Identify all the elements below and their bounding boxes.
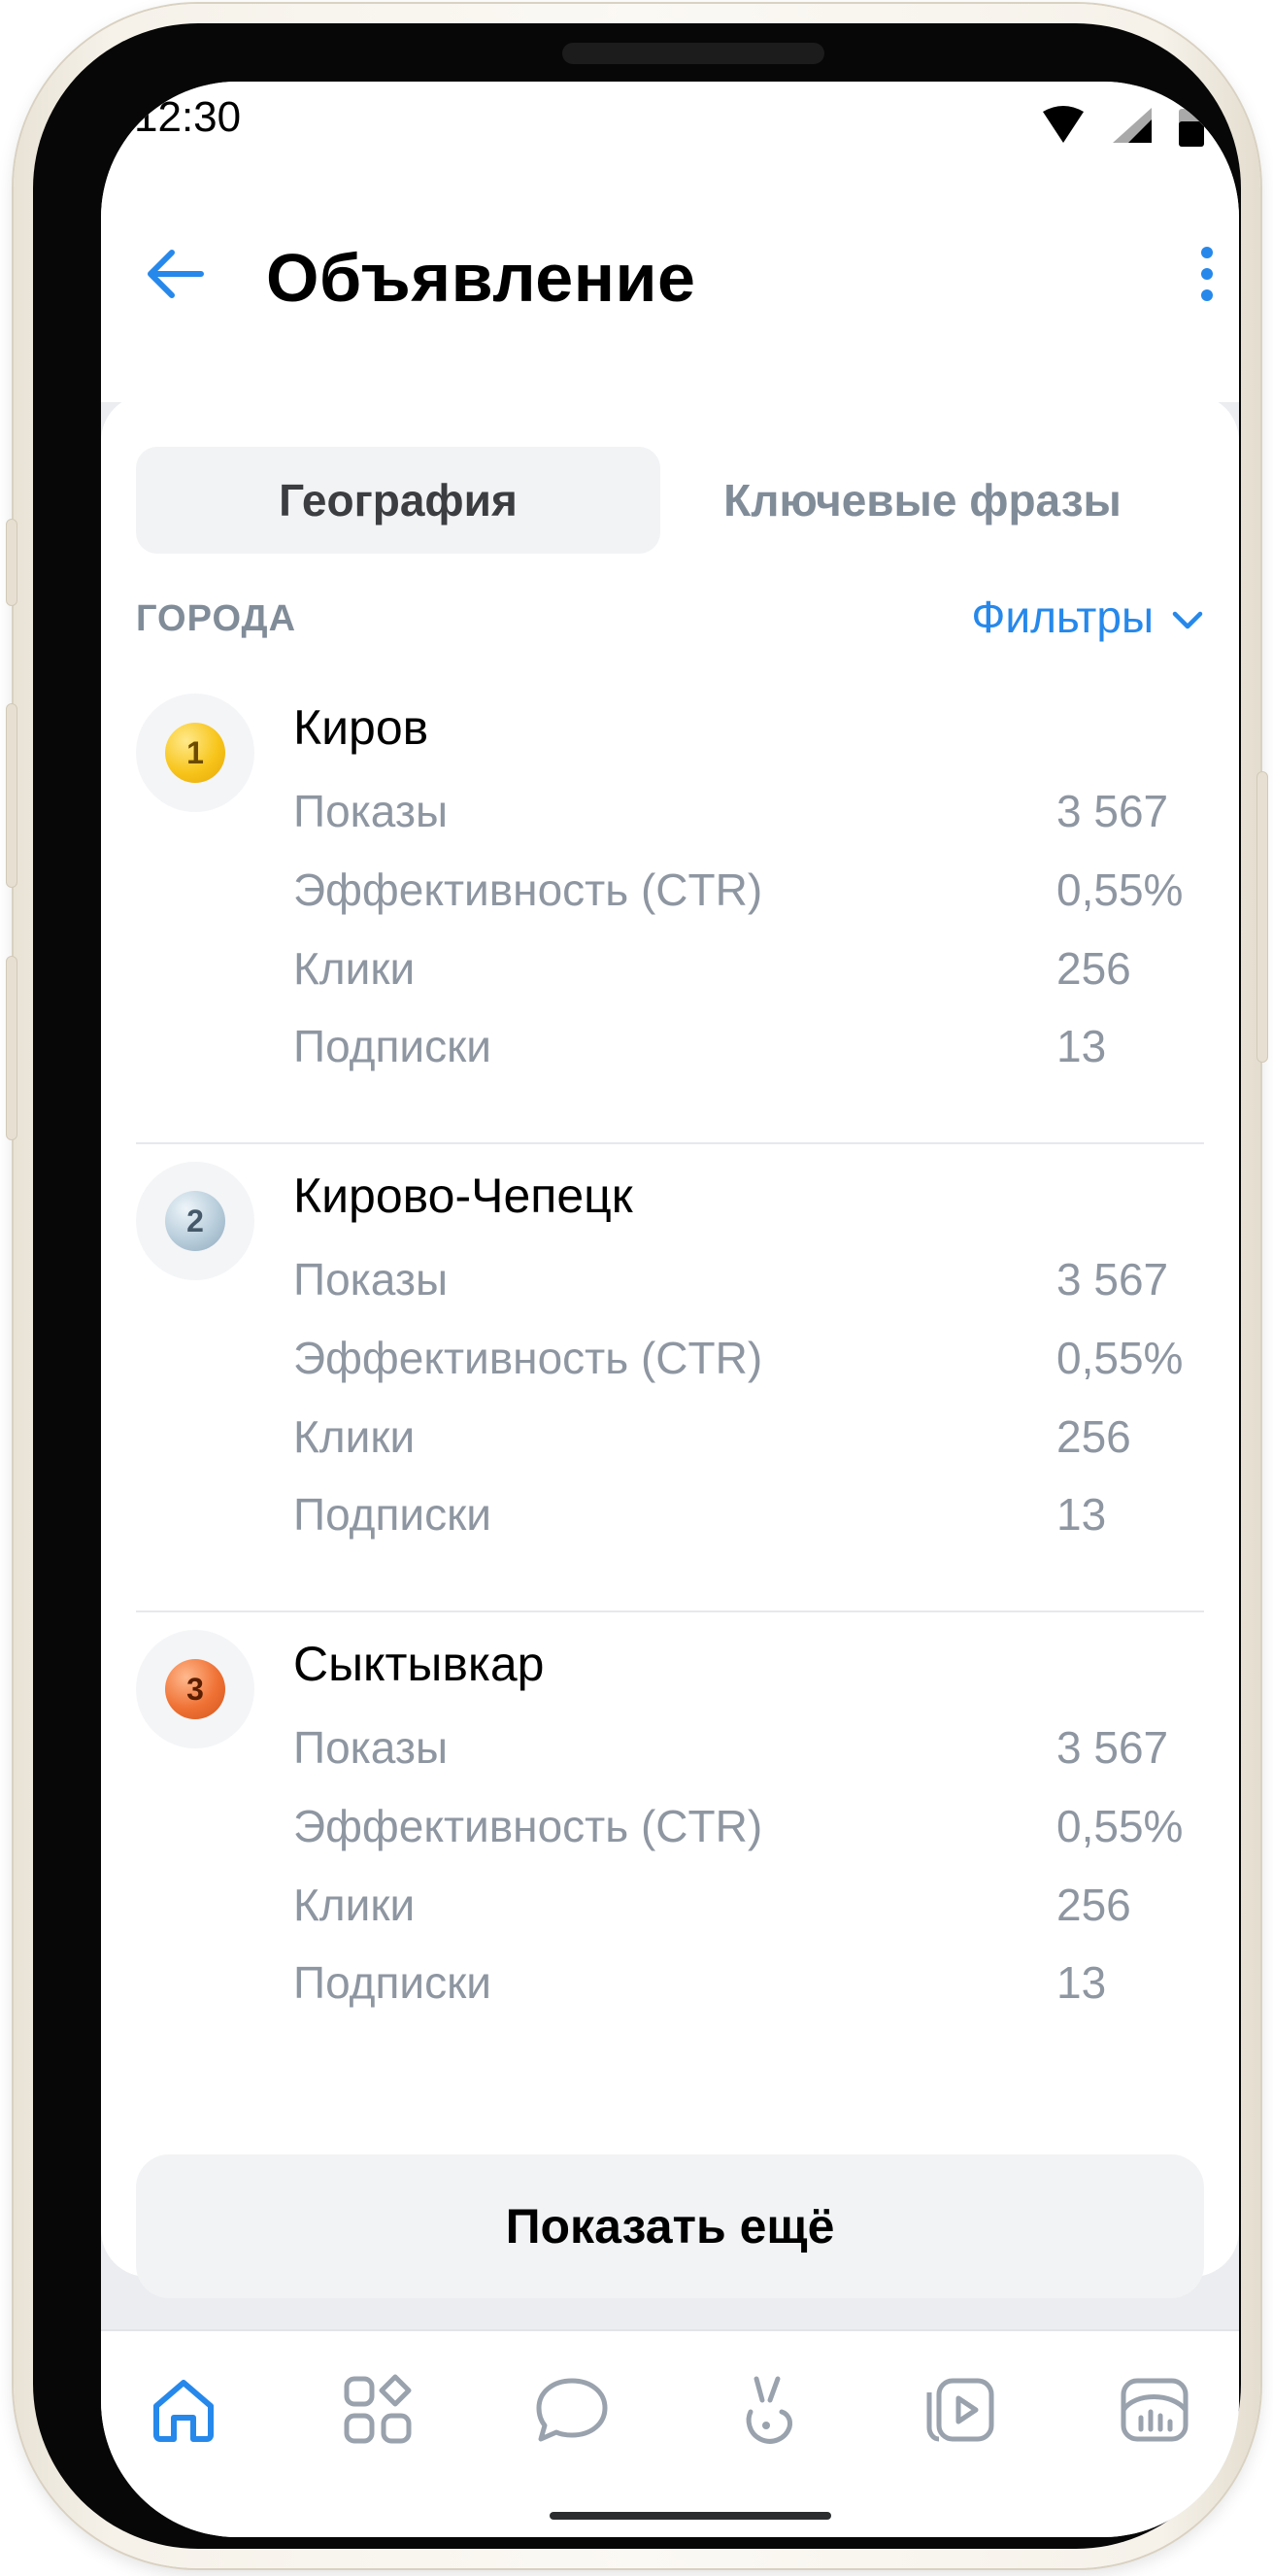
section-header: ГОРОДА Фильтры xyxy=(136,585,1204,653)
city-item[interactable]: 3 Сыктывкар Показы 3 567 Эффективность (… xyxy=(136,1612,1204,2081)
tab-services[interactable] xyxy=(334,2368,421,2456)
metric-value: 13 xyxy=(1056,1021,1107,1071)
metric-label: Подписки xyxy=(293,1021,491,1071)
rank-badge: 3 xyxy=(136,1630,254,1748)
metric-value: 256 xyxy=(1056,943,1131,994)
metric-label: Показы xyxy=(293,1722,449,1773)
cellular-signal-icon xyxy=(1111,106,1154,150)
metric-value: 3 567 xyxy=(1056,1254,1169,1305)
top-app-bar: Объявление xyxy=(101,188,1239,402)
city-name: Кирово-Чепецк xyxy=(293,1169,633,1223)
gold-medal-icon: 1 xyxy=(165,723,225,783)
phone-bezel: 12:30 Объявление География Ключевые фраз… xyxy=(33,23,1241,2549)
metric-ctr: Эффективность (CTR) 0,55% xyxy=(293,1800,1204,1858)
tab-video[interactable] xyxy=(917,2368,1004,2456)
services-icon xyxy=(339,2371,417,2454)
metric-subscriptions: Подписки 13 xyxy=(293,1956,1204,2015)
page-title: Объявление xyxy=(266,240,696,316)
metric-ctr: Эффективность (CTR) 0,55% xyxy=(293,864,1204,922)
tab-home[interactable] xyxy=(140,2368,227,2456)
city-name: Сыктывкар xyxy=(293,1637,545,1691)
tab-messages[interactable] xyxy=(528,2368,616,2456)
messages-icon xyxy=(531,2371,613,2454)
silver-medal-icon: 2 xyxy=(165,1191,225,1251)
power-button xyxy=(1256,771,1268,1063)
metric-label: Эффективность (CTR) xyxy=(293,1801,763,1851)
metric-subscriptions: Подписки 13 xyxy=(293,1488,1204,1546)
speaker-grille xyxy=(562,43,824,64)
more-options-button[interactable] xyxy=(1183,237,1231,315)
filters-label: Фильтры xyxy=(971,592,1154,642)
metric-label: Подписки xyxy=(293,1957,491,2008)
volume-up-button xyxy=(6,703,17,888)
metric-subscriptions: Подписки 13 xyxy=(293,1020,1204,1078)
metric-value: 256 xyxy=(1056,1880,1131,1930)
metric-label: Клики xyxy=(293,1411,416,1462)
metric-label: Показы xyxy=(293,786,449,836)
bottom-tab-bar xyxy=(101,2329,1239,2537)
metric-label: Эффективность (CTR) xyxy=(293,1333,763,1383)
metric-label: Клики xyxy=(293,1880,416,1930)
tab-key-phrases[interactable]: Ключевые фразы xyxy=(660,447,1185,554)
arrow-left-icon xyxy=(141,245,209,308)
metric-label: Подписки xyxy=(293,1489,491,1540)
more-vertical-icon xyxy=(1197,245,1217,308)
metric-value: 0,55% xyxy=(1056,1801,1184,1851)
metric-value: 0,55% xyxy=(1056,864,1184,915)
metric-impressions: Показы 3 567 xyxy=(293,1721,1204,1779)
home-icon xyxy=(145,2371,222,2454)
metric-value: 256 xyxy=(1056,1411,1131,1462)
metric-value: 3 567 xyxy=(1056,786,1169,836)
rank-number: 1 xyxy=(186,734,204,770)
rank-badge: 1 xyxy=(136,694,254,812)
tab-statistics[interactable] xyxy=(1111,2368,1198,2456)
clips-icon xyxy=(727,2371,805,2454)
metric-clicks: Клики 256 xyxy=(293,1879,1204,1937)
metric-label: Эффективность (CTR) xyxy=(293,864,763,915)
back-button[interactable] xyxy=(136,237,214,315)
city-item[interactable]: 2 Кирово-Чепецк Показы 3 567 Эффективнос… xyxy=(136,1144,1204,1612)
metric-value: 0,55% xyxy=(1056,1333,1184,1383)
metric-value: 13 xyxy=(1056,1957,1107,2008)
status-time: 12:30 xyxy=(134,93,242,141)
metric-label: Клики xyxy=(293,943,416,994)
statistics-card: География Ключевые фразы ГОРОДА Фильтры xyxy=(101,394,1239,2298)
metric-label: Показы xyxy=(293,1254,449,1305)
metric-ctr: Эффективность (CTR) 0,55% xyxy=(293,1332,1204,1390)
city-list: 1 Киров Показы 3 567 Эффективность (CTR)… xyxy=(136,676,1204,2081)
rank-number: 2 xyxy=(186,1203,204,1238)
tab-clips[interactable] xyxy=(722,2368,810,2456)
metric-impressions: Показы 3 567 xyxy=(293,785,1204,843)
metric-impressions: Показы 3 567 xyxy=(293,1253,1204,1311)
metric-value: 13 xyxy=(1056,1489,1107,1540)
statistics-icon xyxy=(1116,2371,1193,2454)
volume-down-button xyxy=(6,956,17,1140)
home-indicator[interactable] xyxy=(550,2512,831,2520)
status-bar: 12:30 xyxy=(101,82,1239,188)
metric-value: 3 567 xyxy=(1056,1722,1169,1773)
chevron-down-icon xyxy=(1171,591,1204,643)
show-more-button[interactable]: Показать ещё xyxy=(136,2154,1204,2298)
wifi-icon xyxy=(1041,105,1086,150)
video-icon xyxy=(921,2371,999,2454)
screen: 12:30 Объявление География Ключевые фраз… xyxy=(101,82,1239,2537)
metric-clicks: Клики 256 xyxy=(293,942,1204,1000)
city-name: Киров xyxy=(293,700,429,755)
status-icons xyxy=(1041,103,1204,152)
rank-badge: 2 xyxy=(136,1162,254,1280)
rank-number: 3 xyxy=(186,1671,204,1707)
bronze-medal-icon: 3 xyxy=(165,1659,225,1719)
filters-button[interactable]: Фильтры xyxy=(971,591,1204,643)
section-title: ГОРОДА xyxy=(136,598,297,639)
city-item[interactable]: 1 Киров Показы 3 567 Эффективность (CTR)… xyxy=(136,676,1204,1144)
segmented-tabs: География Ключевые фразы xyxy=(136,447,1204,554)
tab-geography[interactable]: География xyxy=(136,447,660,554)
metric-clicks: Клики 256 xyxy=(293,1410,1204,1469)
battery-icon xyxy=(1179,103,1204,152)
side-button xyxy=(6,519,17,606)
